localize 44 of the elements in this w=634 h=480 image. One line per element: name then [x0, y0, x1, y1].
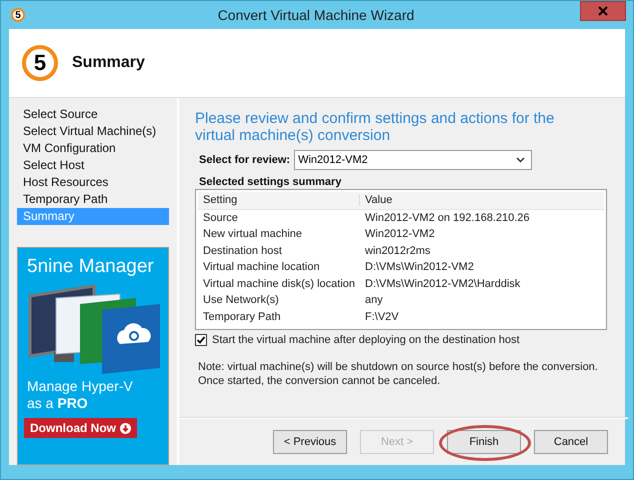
- section-title: Selected settings summary: [199, 176, 342, 188]
- table-cell-text: F:\V2V: [364, 310, 399, 323]
- app-logo-icon: 5: [11, 8, 25, 22]
- step-item[interactable]: Temporary Path: [17, 191, 169, 208]
- wizard-button[interactable]: < Previous: [273, 430, 347, 454]
- table-cell-text: Win2012-VM2: [364, 228, 435, 240]
- column-header[interactable]: Setting: [198, 194, 360, 206]
- table-cell-text: Use Network(s): [202, 294, 280, 306]
- vm-dropdown[interactable]: Win2012-VM2: [294, 150, 532, 170]
- table-cell-text: any: [364, 294, 383, 306]
- banner-tagline: Manage Hyper-V as a PRO: [27, 378, 134, 412]
- wizard-button[interactable]: Finish: [447, 430, 521, 454]
- step-logo-icon: 5: [22, 45, 58, 81]
- step-item[interactable]: VM Configuration: [17, 140, 169, 157]
- table-cell-text: D:\VMs\Win2012-VM2: [364, 261, 474, 274]
- table-cell-text: Win2012-VM2 on 192.168.210.26: [364, 212, 530, 224]
- download-icon: [120, 422, 131, 434]
- banner-title: 5nine Manager: [27, 256, 155, 278]
- page-title: Summary: [72, 54, 145, 72]
- step-item[interactable]: Host Resources: [17, 174, 169, 191]
- table-cell-text: Virtual machine location: [202, 261, 321, 274]
- table-cell-text: Destination host: [202, 244, 283, 257]
- checkbox-label: Start the virtual machine after deploying on the destination host: [212, 334, 520, 346]
- table-cell-text: win2012r2ms: [364, 244, 430, 257]
- instruction-heading: Please review and confirm settings and actions for the virtual machine(s) conversion: [195, 110, 556, 144]
- table-cell-text: Virtual machine disk(s) location: [202, 278, 356, 290]
- wizard-button[interactable]: Cancel: [534, 430, 608, 454]
- table-cell-text: Source: [202, 212, 239, 224]
- select-label: Select for review:: [199, 154, 290, 166]
- window-title: Convert Virtual Machine Wizard: [216, 7, 416, 23]
- column-header[interactable]: Value: [360, 194, 392, 206]
- ad-banner[interactable]: 5nine Manager Manage Hyper-V as a PRO Download Now: [17, 247, 169, 465]
- chevron-icon: [516, 157, 526, 163]
- table-cell-text: D:\VMs\Win2012-VM2\Harddisk: [364, 278, 520, 290]
- start-vm-checkbox[interactable]: [195, 334, 207, 346]
- step-item[interactable]: Select Source: [17, 106, 169, 123]
- table-cell-text: Temporary Path: [202, 310, 282, 323]
- close-button[interactable]: [580, 1, 626, 21]
- step-item[interactable]: Select Virtual Machine(s): [17, 123, 169, 140]
- download-button[interactable]: Download Now: [24, 418, 137, 438]
- step-item[interactable]: Select Host: [17, 157, 169, 174]
- close-icon: [598, 6, 608, 16]
- table-cell-text: New virtual machine: [202, 228, 304, 240]
- note-text: Note: virtual machine(s) will be shutdown on source host(s) before the conversion. Once started, the conversion cannot be canceled.: [198, 360, 599, 388]
